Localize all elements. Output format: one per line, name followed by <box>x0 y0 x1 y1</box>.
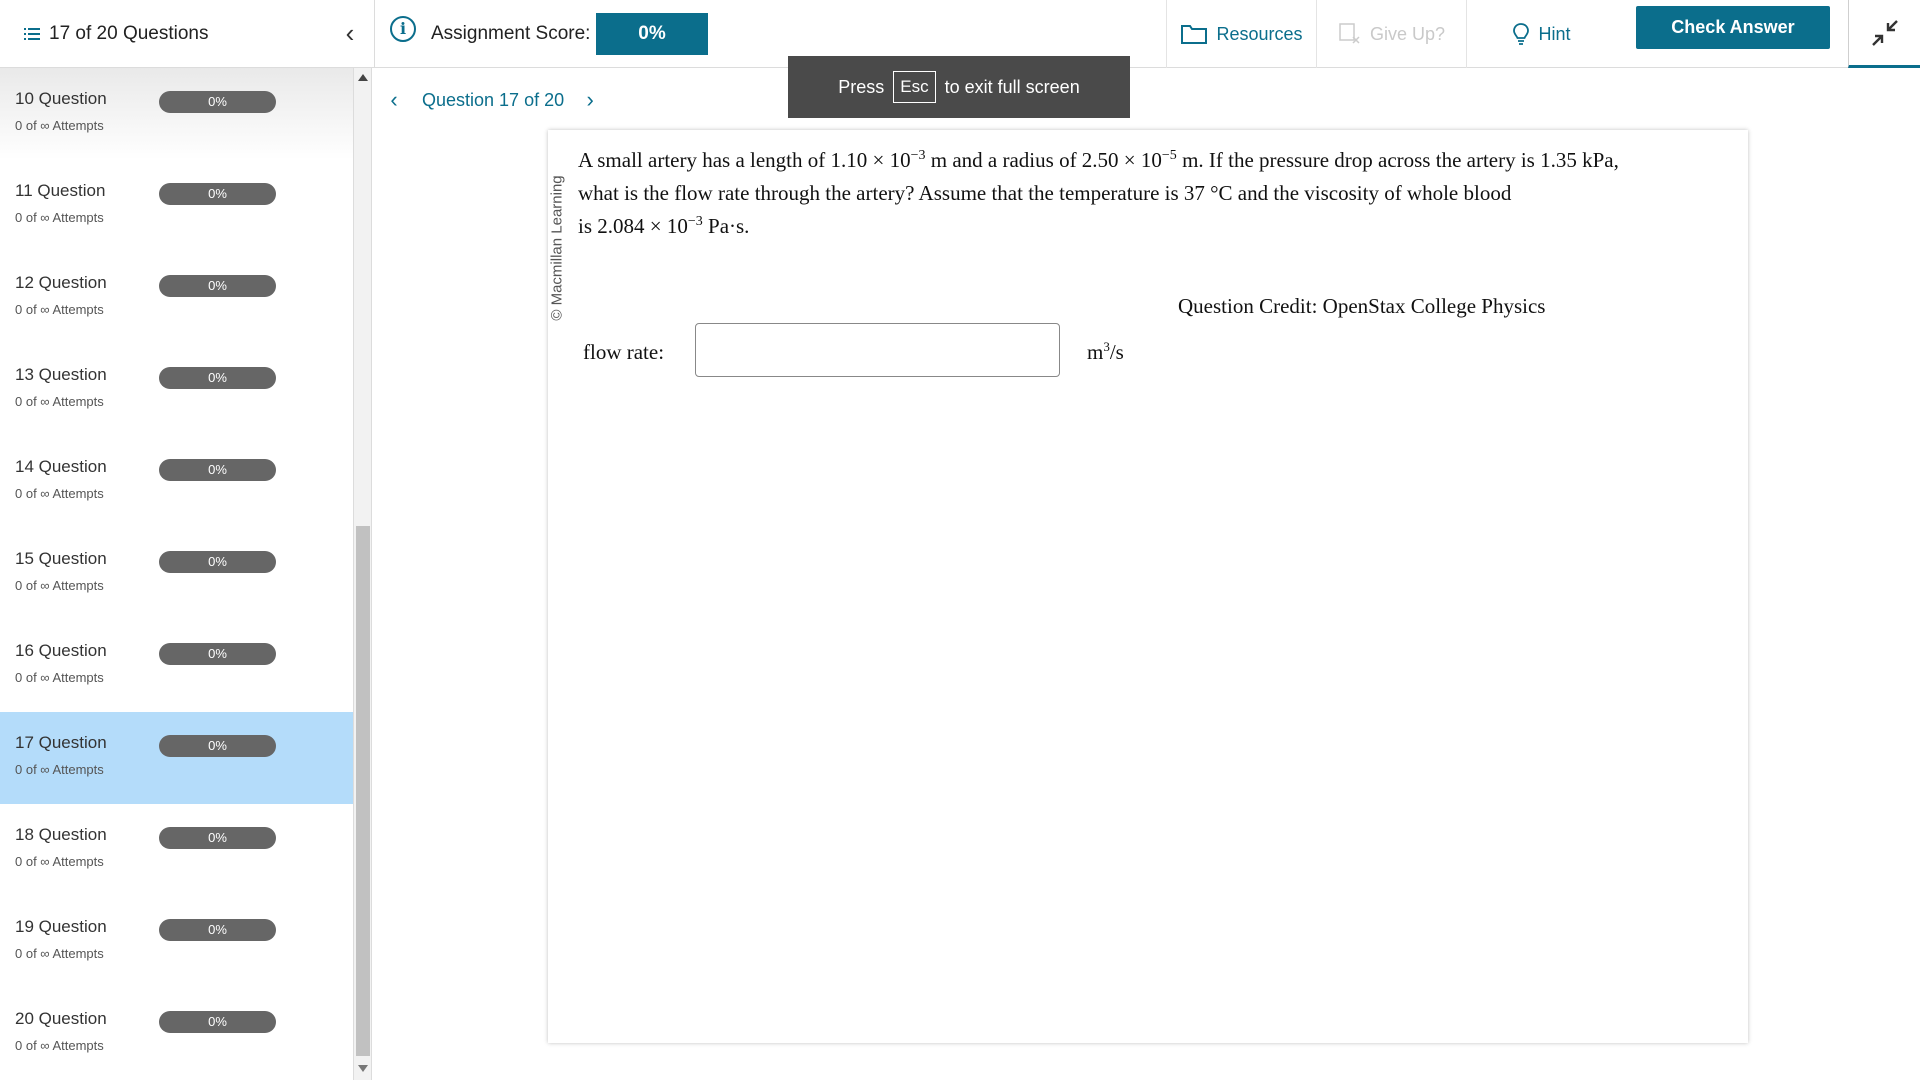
list-icon <box>24 28 40 40</box>
sidebar-question-attempts: 0 of ∞ Attempts <box>15 394 104 409</box>
info-icon[interactable]: i <box>390 16 416 42</box>
sidebar-question-score: 0% <box>208 370 227 385</box>
sidebar-question-score: 0% <box>208 830 227 845</box>
collapse-sidebar-chevron-icon[interactable]: ‹ <box>340 18 360 48</box>
watermark: © Macmillan Learning <box>548 174 566 321</box>
sidebar-question-score-bar: 0% <box>159 735 276 757</box>
sidebar-question-attempts: 0 of ∞ Attempts <box>15 210 104 225</box>
sidebar-question-title: 19 Question <box>15 917 107 936</box>
sidebar-question-item[interactable]: 14 Question 0% 0 of ∞ Attempts <box>0 436 353 528</box>
sidebar-question-title: 12 Question <box>15 273 107 292</box>
sidebar-question-title: 13 Question <box>15 365 107 384</box>
question-line-3: is 2.084 × 10−3 Pa·s. <box>578 214 750 238</box>
hint-label: Hint <box>1538 23 1571 44</box>
toast-press: Press <box>838 76 885 97</box>
folder-icon <box>1180 23 1208 45</box>
sidebar-question-title: 15 Question <box>15 549 107 568</box>
sidebar-question-score: 0% <box>208 738 227 753</box>
give-up-label: Give Up? <box>1369 23 1446 44</box>
give-up-icon <box>1338 22 1362 46</box>
exit-fullscreen-icon <box>1871 19 1898 46</box>
flow-rate-label: flow rate: <box>583 340 665 364</box>
divider <box>374 0 375 68</box>
question-navigation: ‹ Question 17 of 20 › <box>384 86 600 114</box>
sidebar-question-title: 11 Question <box>15 181 106 200</box>
exit-fullscreen-button[interactable] <box>1848 0 1920 68</box>
scroll-up-arrow-icon[interactable] <box>358 74 368 81</box>
sidebar-question-item[interactable]: 10 Question 0% 0 of ∞ Attempts <box>0 68 353 160</box>
sidebar-question-score-bar: 0% <box>159 183 276 205</box>
sidebar-question-title: 16 Question <box>15 641 107 660</box>
sidebar-question-title: 20 Question <box>15 1009 107 1028</box>
resources-button[interactable]: Resources <box>1166 0 1316 68</box>
sidebar-question-score-bar: 0% <box>159 91 276 113</box>
sidebar-question-item[interactable]: 16 Question 0% 0 of ∞ Attempts <box>0 620 353 712</box>
sidebar-question-score: 0% <box>208 1014 227 1029</box>
sidebar-question-attempts: 0 of ∞ Attempts <box>15 578 104 593</box>
sidebar-question-score-bar: 0% <box>159 367 276 389</box>
previous-question-chevron-icon[interactable]: ‹ <box>384 87 404 113</box>
flow-rate-unit: m3/s <box>1087 339 1124 364</box>
sidebar-question-score: 0% <box>208 94 227 109</box>
question-line-1: A small artery has a length of 1.10 × 10… <box>578 148 1619 172</box>
sidebar-question-item[interactable]: 11 Question 0% 0 of ∞ Attempts <box>0 160 353 252</box>
sidebar-question-score-bar: 0% <box>159 459 276 481</box>
next-question-chevron-icon[interactable]: › <box>580 87 600 113</box>
sidebar-question-item[interactable]: 19 Question 0% 0 of ∞ Attempts <box>0 896 353 988</box>
sidebar-question-score-bar: 0% <box>159 643 276 665</box>
sidebar-question-score: 0% <box>208 278 227 293</box>
score-label: Assignment Score: <box>431 23 591 44</box>
toast-rest: to exit full screen <box>944 76 1080 97</box>
hint-button[interactable]: Hint <box>1466 0 1616 68</box>
question-count: 17 of 20 Questions <box>49 23 209 44</box>
sidebar-question-attempts: 0 of ∞ Attempts <box>15 946 104 961</box>
sidebar-question-attempts: 0 of ∞ Attempts <box>15 762 104 777</box>
sidebar-question-attempts: 0 of ∞ Attempts <box>15 854 104 869</box>
scroll-thumb[interactable] <box>356 526 370 1056</box>
sidebar-question-score: 0% <box>208 922 227 937</box>
question-credit: Question Credit: OpenStax College Physic… <box>1178 294 1546 318</box>
check-answer-button[interactable]: Check Answer <box>1636 6 1830 49</box>
sidebar-question-score-bar: 0% <box>159 275 276 297</box>
sidebar-question-score-bar: 0% <box>159 827 276 849</box>
sidebar-question-attempts: 0 of ∞ Attempts <box>15 670 104 685</box>
sidebar-question-item[interactable]: 17 Question 0% 0 of ∞ Attempts <box>0 712 353 804</box>
question-list-toggle[interactable]: 17 of 20 Questions <box>24 20 209 48</box>
sidebar-question-title: 14 Question <box>15 457 107 476</box>
sidebar-question-item[interactable]: 13 Question 0% 0 of ∞ Attempts <box>0 344 353 436</box>
sidebar-question-attempts: 0 of ∞ Attempts <box>15 486 104 501</box>
sidebar-question-item[interactable]: 15 Question 0% 0 of ∞ Attempts <box>0 528 353 620</box>
question-card <box>548 130 1748 1043</box>
sidebar-question-score: 0% <box>208 554 227 569</box>
sidebar-question-score: 0% <box>208 462 227 477</box>
scroll-down-arrow-icon[interactable] <box>358 1065 368 1072</box>
resources-label: Resources <box>1216 23 1303 44</box>
sidebar-question-score: 0% <box>208 646 227 661</box>
sidebar-question-title: 10 Question <box>15 89 107 108</box>
score-value: 0% <box>596 13 708 55</box>
give-up-button[interactable]: Give Up? <box>1316 0 1466 68</box>
sidebar-question-score: 0% <box>208 186 227 201</box>
question-line-2: what is the flow rate through the artery… <box>578 181 1512 205</box>
sidebar-question-title: 17 Question <box>15 733 107 752</box>
sidebar-question-item[interactable]: 18 Question 0% 0 of ∞ Attempts <box>0 804 353 896</box>
sidebar-question-attempts: 0 of ∞ Attempts <box>15 1038 104 1053</box>
question-text: A small artery has a length of 1.10 × 10… <box>578 144 1728 243</box>
fullscreen-toast: Press Esc to exit full screen <box>788 56 1130 118</box>
sidebar-question-score-bar: 0% <box>159 1011 276 1033</box>
lightbulb-icon <box>1512 22 1530 46</box>
question-sidebar: 10 Question 0% 0 of ∞ Attempts 11 Question 0… <box>0 68 354 1080</box>
sidebar-question-item[interactable]: 20 Question 0% 0 of ∞ Attempts <box>0 988 353 1080</box>
toast-esc-key: Esc <box>893 71 936 103</box>
sidebar-question-title: 18 Question <box>15 825 107 844</box>
sidebar-scrollbar[interactable] <box>354 68 372 1080</box>
sidebar-question-score-bar: 0% <box>159 919 276 941</box>
sidebar-question-attempts: 0 of ∞ Attempts <box>15 302 104 317</box>
sidebar-question-attempts: 0 of ∞ Attempts <box>15 118 104 133</box>
sidebar-question-item[interactable]: 12 Question 0% 0 of ∞ Attempts <box>0 252 353 344</box>
sidebar-question-score-bar: 0% <box>159 551 276 573</box>
flow-rate-input[interactable] <box>695 323 1060 377</box>
question-nav-label: Question 17 of 20 <box>422 89 565 110</box>
